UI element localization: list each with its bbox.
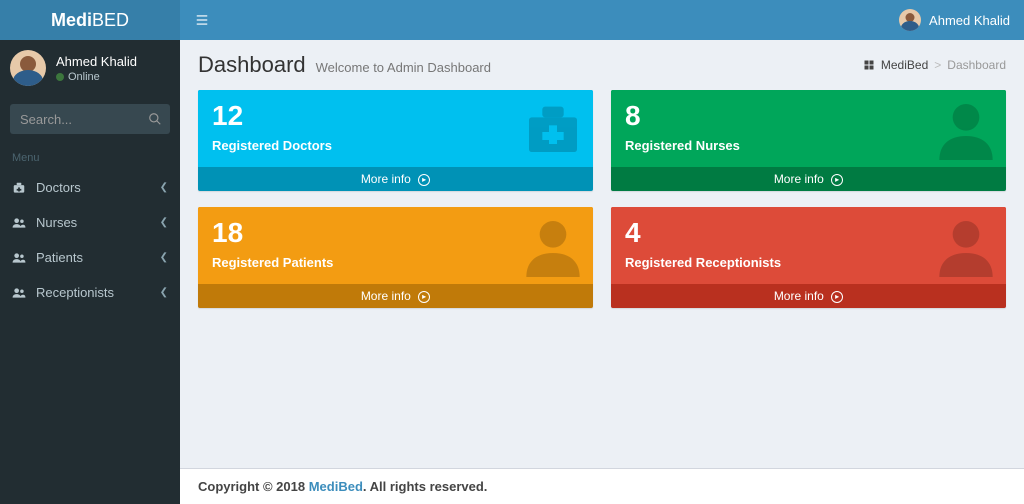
more-info-label: More info — [774, 172, 824, 186]
more-info-label: More info — [774, 289, 824, 303]
sidebar-item-doctors[interactable]: Doctors ❮ — [0, 170, 180, 205]
brand-part1: Medi — [51, 10, 92, 30]
page-title: Dashboard — [198, 52, 306, 78]
chevron-left-icon: ❮ — [160, 287, 168, 298]
sidebar-item-label: Receptionists — [36, 285, 114, 300]
more-info-label: More info — [361, 289, 411, 303]
page-subtitle: Welcome to Admin Dashboard — [316, 60, 491, 75]
search-icon — [148, 112, 162, 126]
brand-part2: BED — [92, 10, 129, 30]
sidebar-user-name: Ahmed Khalid — [56, 54, 137, 69]
avatar — [10, 50, 46, 86]
breadcrumb-root[interactable]: MediBed — [881, 58, 928, 72]
sidebar: MediBED Ahmed Khalid Online Menu — [0, 0, 180, 504]
sidebar-item-nurses[interactable]: Nurses ❮ — [0, 205, 180, 240]
card-nurses-more-link[interactable]: More info ▸ — [611, 167, 1006, 191]
brand-logo[interactable]: MediBED — [0, 0, 180, 40]
footer: Copyright © 2018 MediBed. All rights res… — [180, 468, 1024, 504]
sidebar-item-label: Doctors — [36, 180, 81, 195]
sidebar-item-label: Nurses — [36, 215, 77, 230]
arrow-right-circle-icon: ▸ — [831, 291, 843, 303]
sidebar-user-status: Online — [56, 71, 137, 83]
footer-copyright: Copyright © 2018 — [198, 479, 309, 494]
sidebar-item-receptionists[interactable]: Receptionists ❮ — [0, 275, 180, 310]
breadcrumb-separator: > — [934, 58, 941, 72]
avatar — [899, 9, 921, 31]
more-info-label: More info — [361, 172, 411, 186]
breadcrumb-current: Dashboard — [947, 58, 1006, 72]
sidebar-item-patients[interactable]: Patients ❮ — [0, 240, 180, 275]
content-header: Dashboard Welcome to Admin Dashboard Med… — [180, 40, 1024, 90]
users-icon — [12, 216, 26, 230]
content: 12 Registered Doctors More info ▸ 8 — [180, 90, 1024, 468]
footer-brand-link[interactable]: MediBed — [309, 479, 363, 494]
main-area: Ahmed Khalid Dashboard Welcome to Admin … — [180, 0, 1024, 504]
chevron-left-icon: ❮ — [160, 217, 168, 228]
person-icon — [934, 96, 998, 160]
card-nurses: 8 Registered Nurses More info ▸ — [611, 90, 1006, 191]
sidebar-item-label: Patients — [36, 250, 83, 265]
card-patients-more-link[interactable]: More info ▸ — [198, 284, 593, 308]
card-receptionists-more-link[interactable]: More info ▸ — [611, 284, 1006, 308]
arrow-right-circle-icon: ▸ — [418, 291, 430, 303]
person-icon — [934, 213, 998, 277]
person-icon — [521, 213, 585, 277]
users-icon — [12, 286, 26, 300]
search-button[interactable] — [140, 104, 170, 134]
medkit-icon — [12, 181, 26, 195]
chevron-left-icon: ❮ — [160, 252, 168, 263]
dashboard-icon — [863, 59, 875, 71]
card-receptionists: 4 Registered Receptionists More info ▸ — [611, 207, 1006, 308]
arrow-right-circle-icon: ▸ — [831, 174, 843, 186]
sidebar-user-info: Ahmed Khalid Online — [56, 54, 137, 83]
topbar-user-name: Ahmed Khalid — [929, 13, 1010, 28]
card-patients: 18 Registered Patients More info ▸ — [198, 207, 593, 308]
arrow-right-circle-icon: ▸ — [418, 174, 430, 186]
breadcrumb: MediBed > Dashboard — [863, 58, 1006, 72]
users-icon — [12, 251, 26, 265]
sidebar-search — [10, 104, 170, 134]
status-dot-icon — [56, 73, 64, 81]
sidebar-user-panel: Ahmed Khalid Online — [0, 40, 180, 96]
hamburger-icon — [194, 13, 210, 27]
sidebar-toggle[interactable] — [194, 13, 210, 27]
card-doctors-more-link[interactable]: More info ▸ — [198, 167, 593, 191]
status-text: Online — [68, 71, 100, 83]
footer-suffix: . All rights reserved. — [363, 479, 488, 494]
chevron-left-icon: ❮ — [160, 182, 168, 193]
medkit-icon — [521, 96, 585, 160]
menu-header: Menu — [0, 142, 180, 170]
card-doctors: 12 Registered Doctors More info ▸ — [198, 90, 593, 191]
topbar-user-menu[interactable]: Ahmed Khalid — [899, 9, 1010, 31]
topbar: Ahmed Khalid — [180, 0, 1024, 40]
